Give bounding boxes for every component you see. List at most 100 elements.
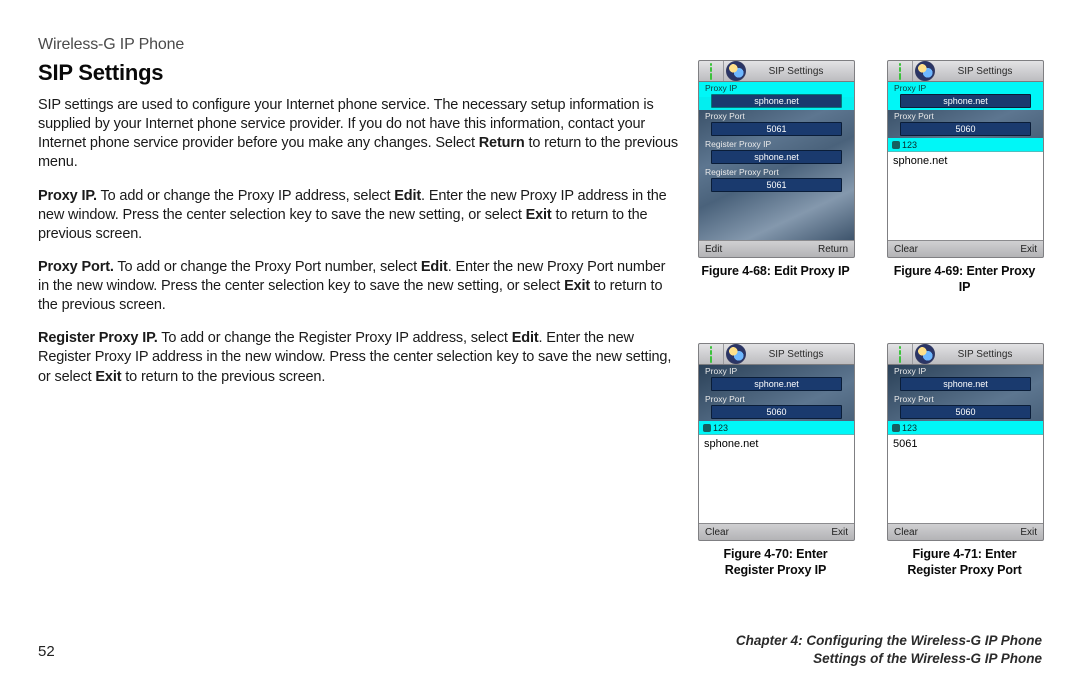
figure-caption: Figure 4-69: Enter Proxy IP [887,264,1042,295]
lock-icon [703,424,711,432]
field-label: Proxy Port [894,394,1037,404]
input-mode-bar: 123 [888,138,1043,152]
input-mode: 123 [902,423,917,433]
field-proxy-port[interactable]: Proxy Port 5061 [699,110,854,138]
softkey-left[interactable]: Clear [705,527,729,538]
phone-mockup: SIP Settings Proxy IP sphone.net Proxy P… [887,343,1044,541]
field-label: Register Proxy Port [705,167,848,177]
field-label: Register Proxy IP [705,139,848,149]
text-input[interactable]: 5061 [888,435,1043,523]
bold-exit: Exit [526,207,552,223]
phone-body: Proxy IP sphone.net Proxy Port 5060 123 … [699,365,854,523]
settings-icon [915,61,935,81]
text-input[interactable]: sphone.net [699,435,854,523]
softkey-right[interactable]: Exit [1020,527,1037,538]
figure-caption: Figure 4-68: Edit Proxy IP [698,264,853,280]
phone-header: SIP Settings [888,61,1043,82]
phone-header: SIP Settings [699,61,854,82]
field-proxy-ip[interactable]: Proxy IP sphone.net [699,82,854,110]
phone-header: SIP Settings [699,344,854,365]
field-register-proxy-ip[interactable]: Register Proxy IP sphone.net [699,138,854,166]
field-proxy-port[interactable]: Proxy Port 5060 [888,110,1043,138]
phone-body: Proxy IP sphone.net Proxy Port 5060 123 … [888,82,1043,240]
field-label: Proxy IP [705,366,848,376]
phone-title: SIP Settings [935,66,1043,77]
label-proxy-port: Proxy Port. [38,259,114,275]
signal-icon [888,344,913,364]
register-proxy-paragraph: Register Proxy IP. To add or change the … [38,329,678,386]
field-value: 5060 [900,122,1031,136]
signal-icon [699,61,724,81]
softkey-right[interactable]: Return [818,244,848,255]
figure-4-69: SIP Settings Proxy IP sphone.net Proxy P… [887,60,1042,295]
settings-icon [726,61,746,81]
body-column: SIP settings are used to configure your … [38,96,678,387]
field-proxy-ip[interactable]: Proxy IP sphone.net [888,82,1043,110]
softkey-left[interactable]: Edit [705,244,722,255]
input-mode: 123 [713,423,728,433]
phone-title: SIP Settings [935,349,1043,360]
bold-edit: Edit [394,188,421,204]
phone-mockup: SIP Settings Proxy IP sphone.net Proxy P… [698,343,855,541]
signal-icon [699,344,724,364]
softkey-right[interactable]: Exit [831,527,848,538]
eyebrow: Wireless-G IP Phone [38,36,1042,54]
settings-icon [915,344,935,364]
bold-exit: Exit [95,369,121,385]
phone-title: SIP Settings [746,349,854,360]
figure-4-70: SIP Settings Proxy IP sphone.net Proxy P… [698,343,853,578]
lock-icon [892,141,900,149]
footer-line-1: Chapter 4: Configuring the Wireless-G IP… [736,632,1042,650]
bold-exit: Exit [564,278,590,294]
phone-mockup: SIP Settings Proxy IP sphone.net Proxy P… [887,60,1044,258]
page-number: 52 [38,643,55,660]
text: To add or change the Register Proxy IP a… [158,330,512,346]
field-label: Proxy IP [894,83,1037,93]
label-register-proxy: Register Proxy IP. [38,330,158,346]
field-proxy-ip[interactable]: Proxy IP sphone.net [888,365,1043,393]
text-input[interactable]: sphone.net [888,152,1043,240]
phone-body: Proxy IP sphone.net Proxy Port 5060 123 … [888,365,1043,523]
softkey-right[interactable]: Exit [1020,244,1037,255]
field-value: 5061 [711,122,842,136]
bold-return: Return [479,135,525,151]
text: To add or change the Proxy Port number, … [114,259,421,275]
row-gap [698,307,1042,331]
text: to return to the previous screen. [121,369,325,385]
page: Wireless-G IP Phone SIP Settings SIP set… [0,0,1080,698]
field-label: Proxy Port [705,111,848,121]
softkey-left[interactable]: Clear [894,244,918,255]
field-register-proxy-port[interactable]: Register Proxy Port 5061 [699,166,854,194]
field-value: sphone.net [711,150,842,164]
phone-mockup: SIP Settings Proxy IP sphone.net Proxy P… [698,60,855,258]
bold-edit: Edit [421,259,448,275]
input-mode-bar: 123 [888,421,1043,435]
phone-softkeys: Edit Return [699,240,854,257]
field-value: sphone.net [900,94,1031,108]
phone-body: Proxy IP sphone.net Proxy Port 5061 Regi… [699,82,854,240]
field-value: 5060 [711,405,842,419]
proxy-port-paragraph: Proxy Port. To add or change the Proxy P… [38,258,678,315]
text: To add or change the Proxy IP address, s… [97,188,394,204]
intro-paragraph: SIP settings are used to configure your … [38,96,678,173]
field-proxy-ip[interactable]: Proxy IP sphone.net [699,365,854,393]
settings-icon [726,344,746,364]
field-proxy-port[interactable]: Proxy Port 5060 [699,393,854,421]
field-label: Proxy Port [894,111,1037,121]
figure-caption: Figure 4-70: Enter Register Proxy IP [698,547,853,578]
field-value: sphone.net [711,377,842,391]
figure-caption: Figure 4-71: Enter Register Proxy Port [887,547,1042,578]
softkey-left[interactable]: Clear [894,527,918,538]
phone-header: SIP Settings [888,344,1043,365]
field-value: 5060 [900,405,1031,419]
footer-right: Chapter 4: Configuring the Wireless-G IP… [736,632,1042,668]
lock-icon [892,424,900,432]
proxy-ip-paragraph: Proxy IP. To add or change the Proxy IP … [38,187,678,244]
signal-icon [888,61,913,81]
field-label: Proxy Port [705,394,848,404]
footer-line-2: Settings of the Wireless-G IP Phone [736,650,1042,668]
field-value: sphone.net [900,377,1031,391]
input-mode-bar: 123 [699,421,854,435]
input-mode: 123 [902,140,917,150]
field-proxy-port[interactable]: Proxy Port 5060 [888,393,1043,421]
